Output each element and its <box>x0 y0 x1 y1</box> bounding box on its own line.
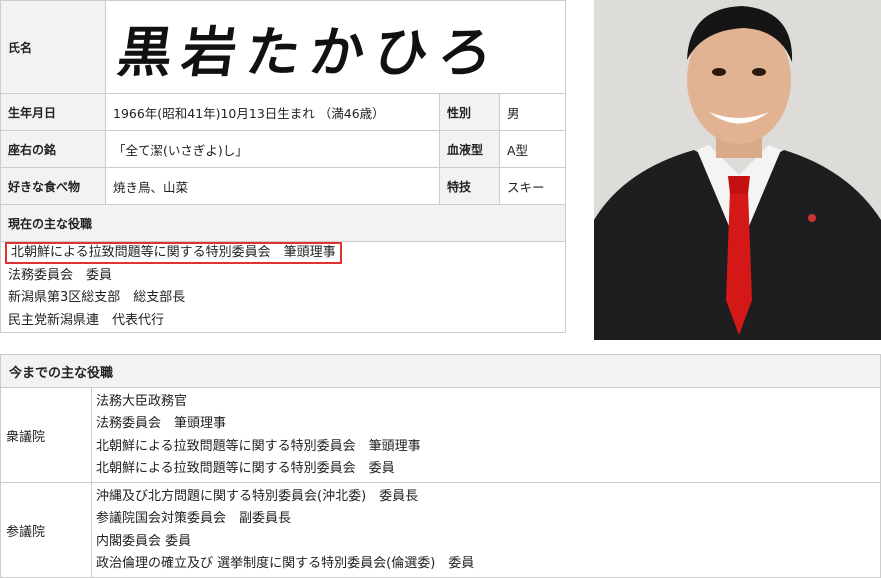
profile-table: 氏名 黒岩たかひろ 生年月日 1966年(昭和41年)10月13日生まれ （満4… <box>0 0 566 333</box>
motto-value: 「全て潔(いさぎよ)し」 <box>105 130 440 168</box>
past-roles-list: 法務大臣政務官 法務委員会 筆頭理事 北朝鮮による拉致問題等に関する特別委員会 … <box>91 386 881 484</box>
current-roles-title: 現在の主な役職 <box>0 204 566 242</box>
past-roles-title: 今までの主な役職 <box>0 354 881 388</box>
blood-value: A型 <box>499 130 566 168</box>
name-label: 氏名 <box>0 0 106 94</box>
past-roles-table: 今までの主な役職 衆議院 法務大臣政務官 法務委員会 筆頭理事 北朝鮮による拉致… <box>0 354 881 578</box>
past-role-item: 法務大臣政務官 <box>96 394 188 409</box>
motto-label: 座右の銘 <box>0 130 106 168</box>
food-value: 焼き鳥、山菜 <box>105 167 440 205</box>
house-label: 参議院 <box>0 482 92 578</box>
current-role-item: 新潟県第3区総支部 総支部長 <box>8 290 186 305</box>
past-role-item: 参議院国会対策委員会 副委員長 <box>96 511 292 527</box>
current-roles-list: 北朝鮮による拉致問題等に関する特別委員会 筆頭理事 法務委員会 委員 新潟県第3… <box>0 241 566 333</box>
portrait-illustration <box>594 0 881 340</box>
skill-label: 特技 <box>439 167 500 205</box>
portrait-photo <box>594 0 881 340</box>
past-role-item: 内閣委員会 委員 <box>96 533 192 549</box>
past-role-item: 政治倫理の確立及び 選挙制度に関する特別委員会(倫選委) 委員 <box>96 556 475 572</box>
past-role-item: 北朝鮮による拉致問題等に関する特別委員会 筆頭理事 <box>96 438 421 454</box>
name-signature-cell: 黒岩たかひろ <box>105 0 566 94</box>
past-role-item: 沖縄及び北方問題に関する特別委員会(沖北委) 委員長 <box>96 489 419 505</box>
house-label: 衆議院 <box>0 386 92 484</box>
past-role-item: 法務委員会 筆頭理事 <box>96 416 227 432</box>
sex-label: 性別 <box>439 93 500 131</box>
food-label: 好きな食べ物 <box>0 167 106 205</box>
past-role-item: 北朝鮮による拉致問題等に関する特別委員会 委員 <box>96 460 395 476</box>
blood-label: 血液型 <box>439 130 500 168</box>
highlighted-role: 北朝鮮による拉致問題等に関する特別委員会 筆頭理事 <box>5 242 342 264</box>
current-role-item: 法務委員会 委員 <box>8 267 113 283</box>
sex-value: 男 <box>499 93 566 131</box>
birth-value: 1966年(昭和41年)10月13日生まれ （満46歳） <box>105 93 440 131</box>
name-signature: 黒岩たかひろ <box>113 19 507 84</box>
current-role-item: 民主党新潟県連 代表代行 <box>8 312 165 328</box>
skill-value: スキー <box>499 167 566 205</box>
past-roles-list: 沖縄及び北方問題に関する特別委員会(沖北委) 委員長 参議院国会対策委員会 副委… <box>91 482 881 578</box>
birth-label: 生年月日 <box>0 93 106 131</box>
current-role-item: 北朝鮮による拉致問題等に関する特別委員会 筆頭理事 <box>5 242 558 265</box>
